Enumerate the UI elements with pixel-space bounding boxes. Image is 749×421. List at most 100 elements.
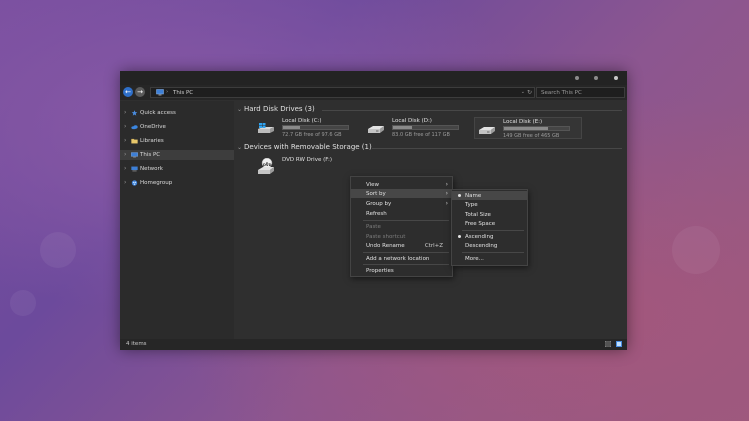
drive-usage-fill xyxy=(283,126,300,129)
drive-free-space: 149 GB free of 465 GB xyxy=(503,133,560,139)
sidebar-item-homegroup[interactable]: › Homegroup xyxy=(120,178,234,188)
chevron-right-icon[interactable]: › xyxy=(124,137,126,144)
drive-item-dvd[interactable]: DVD DVD RW Drive (F:) xyxy=(254,156,354,178)
sidebar-item-label: Quick access xyxy=(140,110,176,116)
sidebar-item-label: Homegroup xyxy=(140,180,173,186)
chevron-right-icon[interactable]: › xyxy=(124,165,126,172)
refresh-icon[interactable]: ↻ xyxy=(527,89,532,96)
drive-name: Local Disk (D:) xyxy=(392,118,432,124)
menu-item-refresh[interactable]: Refresh xyxy=(351,209,452,218)
arrow-left-icon: ← xyxy=(125,88,131,96)
chevron-right-icon[interactable]: › xyxy=(124,109,126,116)
address-history-dropdown[interactable]: ⌄ xyxy=(521,89,525,95)
menu-item-label: Paste xyxy=(366,224,381,230)
drive-usage-fill xyxy=(504,127,549,130)
back-button[interactable]: ← xyxy=(123,87,133,97)
forward-button[interactable]: → xyxy=(135,87,145,97)
maximize-button[interactable] xyxy=(594,76,598,80)
search-box[interactable]: Search This PC xyxy=(536,87,625,98)
sort-option-free-space[interactable]: Free Space xyxy=(452,219,527,228)
drive-usage-bar xyxy=(503,126,570,131)
menu-item-label: Ascending xyxy=(465,234,494,240)
computer-icon xyxy=(131,152,138,158)
bullet-icon xyxy=(458,194,461,197)
address-bar[interactable]: › This PC ⌄ ↻ xyxy=(150,87,535,98)
menu-item-add-network-location[interactable]: Add a network location xyxy=(351,254,452,263)
cloud-icon xyxy=(131,125,138,130)
sort-option-ascending[interactable]: Ascending xyxy=(452,232,527,241)
group-title-hard-disk[interactable]: Hard Disk Drives (3) xyxy=(244,105,315,113)
drive-name: DVD RW Drive (F:) xyxy=(282,157,332,163)
chevron-down-icon[interactable]: ⌄ xyxy=(237,106,242,113)
menu-item-label: More... xyxy=(465,256,484,262)
menu-item-group-by[interactable]: Group by › xyxy=(351,199,452,208)
menu-item-sort-by[interactable]: Sort by › xyxy=(351,189,452,198)
group-title-removable[interactable]: Devices with Removable Storage (1) xyxy=(244,143,372,151)
menu-item-label: Type xyxy=(465,202,478,208)
sidebar-item-label: Network xyxy=(140,166,163,172)
sidebar-item-onedrive[interactable]: › OneDrive xyxy=(120,122,234,132)
menu-separator xyxy=(363,252,449,253)
sort-option-total-size[interactable]: Total Size xyxy=(452,210,527,219)
chevron-right-icon: › xyxy=(166,89,169,95)
drive-free-space: 72.7 GB free of 97.6 GB xyxy=(282,132,342,138)
sidebar-item-label: This PC xyxy=(140,152,161,158)
chevron-right-icon[interactable]: › xyxy=(124,123,126,130)
wallpaper-bokeh xyxy=(672,226,720,274)
menu-item-label: Descending xyxy=(465,243,498,249)
arrow-right-icon: → xyxy=(137,88,143,96)
minimize-button[interactable] xyxy=(575,76,579,80)
star-icon xyxy=(131,110,138,116)
drive-item-e[interactable]: Local Disk (E:) 149 GB free of 465 GB xyxy=(474,117,582,139)
menu-item-label: Free Space xyxy=(465,221,496,227)
sort-option-name[interactable]: Name xyxy=(452,191,527,200)
menu-item-properties[interactable]: Properties xyxy=(351,266,452,275)
details-view-icon[interactable] xyxy=(605,341,611,347)
menu-item-view[interactable]: View › xyxy=(351,180,452,189)
computer-icon xyxy=(156,89,164,96)
menu-separator xyxy=(363,264,449,265)
menu-item-label: Sort by xyxy=(366,191,386,197)
chevron-right-icon[interactable]: › xyxy=(124,151,126,158)
drive-name: Local Disk (C:) xyxy=(282,118,322,124)
drive-item-d[interactable]: Local Disk (D:) 83.0 GB free of 117 GB xyxy=(364,117,472,139)
sidebar-item-label: Libraries xyxy=(140,138,164,144)
context-menu: View › Sort by › Group by › Refresh Past… xyxy=(350,176,453,277)
menu-item-label: Total Size xyxy=(465,212,491,218)
sidebar-item-this-pc[interactable]: › This PC xyxy=(120,150,234,160)
menu-item-label: Paste shortcut xyxy=(366,234,406,240)
menu-item-undo-rename[interactable]: Undo Rename Ctrl+Z xyxy=(351,241,452,250)
sort-option-type[interactable]: Type xyxy=(452,200,527,209)
chevron-down-icon[interactable]: ⌄ xyxy=(237,144,242,151)
wallpaper-bokeh xyxy=(40,232,76,268)
chevron-right-icon: › xyxy=(445,181,448,188)
address-location: This PC xyxy=(173,90,194,96)
drive-item-c[interactable]: Local Disk (C:) 72.7 GB free of 97.6 GB xyxy=(254,117,362,139)
drive-usage-fill xyxy=(393,126,412,129)
sidebar-item-quick-access[interactable]: › Quick access xyxy=(120,108,234,118)
search-input[interactable]: Search This PC xyxy=(541,90,582,96)
drive-usage-bar xyxy=(392,125,459,130)
chevron-right-icon[interactable]: › xyxy=(124,179,126,186)
chevron-right-icon: › xyxy=(445,190,448,197)
menu-item-label: Refresh xyxy=(366,211,387,217)
menu-item-label: Properties xyxy=(366,268,394,274)
group-divider xyxy=(322,110,622,111)
homegroup-icon xyxy=(131,180,138,186)
menu-item-shortcut: Ctrl+Z xyxy=(424,243,443,249)
sidebar-item-label: OneDrive xyxy=(140,124,166,130)
chevron-right-icon: › xyxy=(445,200,448,207)
folder-icon xyxy=(131,138,138,144)
title-bar xyxy=(120,71,627,85)
close-button[interactable] xyxy=(614,76,618,80)
sort-option-descending[interactable]: Descending xyxy=(452,241,527,250)
sidebar-item-network[interactable]: › Network xyxy=(120,164,234,174)
sidebar-item-libraries[interactable]: › Libraries xyxy=(120,136,234,146)
sort-by-submenu: Name Type Total Size Free Space Ascendin… xyxy=(451,189,528,266)
menu-item-paste-shortcut: Paste shortcut xyxy=(351,232,452,241)
large-icons-view-icon[interactable] xyxy=(616,341,622,347)
sort-option-more[interactable]: More... xyxy=(452,254,527,263)
menu-item-label: Group by xyxy=(366,201,392,207)
menu-item-label: View xyxy=(366,182,380,188)
dvd-drive-icon: DVD xyxy=(258,158,274,174)
